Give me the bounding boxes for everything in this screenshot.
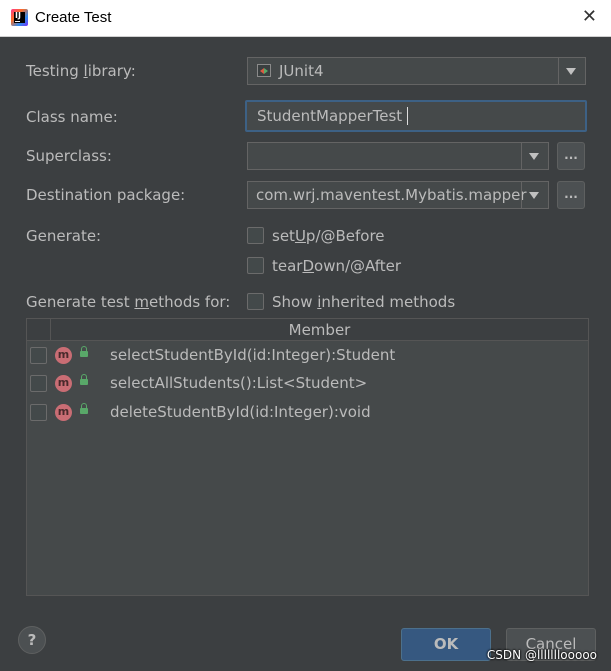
public-lock-icon xyxy=(80,374,88,385)
setup-label: setUp/@Before xyxy=(272,227,385,245)
chevron-down-icon[interactable] xyxy=(521,143,548,169)
testing-library-select[interactable]: JUnit4 xyxy=(247,57,586,85)
teardown-label: tearDown/@After xyxy=(272,257,402,275)
table-header: Member xyxy=(27,319,588,341)
table-row[interactable]: m selectStudentById(id:Integer):Student xyxy=(27,341,588,369)
intellij-idea-icon: IJ xyxy=(11,9,28,26)
testing-library-value: JUnit4 xyxy=(279,62,324,80)
show-inherited-label: Show inherited methods xyxy=(272,293,456,311)
superclass-browse-button[interactable]: ... xyxy=(557,142,585,170)
class-name-input[interactable]: StudentMapperTest xyxy=(245,100,587,132)
close-icon[interactable]: ✕ xyxy=(582,8,597,26)
public-lock-icon xyxy=(80,403,88,414)
method-icon: m xyxy=(55,375,72,392)
chevron-down-icon[interactable] xyxy=(558,58,585,84)
row-checkbox[interactable] xyxy=(30,347,47,364)
destination-browse-button[interactable]: ... xyxy=(557,181,585,209)
row-checkbox[interactable] xyxy=(30,375,47,392)
show-inherited-checkbox[interactable] xyxy=(247,293,264,310)
help-button[interactable]: ? xyxy=(18,626,46,654)
table-row[interactable]: m deleteStudentById(id:Integer):void xyxy=(27,398,588,426)
setup-checkbox[interactable] xyxy=(247,227,264,244)
create-test-dialog: IJ Create Test ✕ Testing library: JUnit4… xyxy=(0,0,611,671)
ok-button[interactable]: OK xyxy=(401,628,491,661)
text-caret xyxy=(407,107,408,125)
class-name-value: StudentMapperTest xyxy=(257,107,403,125)
destination-package-label: Destination package: xyxy=(26,186,186,204)
method-icon: m xyxy=(55,404,72,421)
method-signature: selectStudentById(id:Integer):Student xyxy=(110,346,396,364)
superclass-label: Superclass: xyxy=(26,147,112,165)
method-signature: deleteStudentById(id:Integer):void xyxy=(110,403,371,421)
watermark: CSDN @lllllllooooo xyxy=(486,648,597,662)
superclass-select[interactable] xyxy=(247,142,549,170)
methods-for-label: Generate test methods for: xyxy=(26,293,231,311)
testing-library-label: Testing library: xyxy=(26,62,136,80)
chevron-down-icon[interactable] xyxy=(521,182,548,208)
method-signature: selectAllStudents():List<Student> xyxy=(110,374,368,392)
member-column-header[interactable]: Member xyxy=(51,321,588,339)
dialog-title: Create Test xyxy=(35,9,112,26)
generate-label: Generate: xyxy=(26,227,102,245)
junit-icon xyxy=(257,64,271,77)
destination-package-select[interactable]: com.wrj.maventest.Mybatis.mapper xyxy=(247,181,549,209)
method-icon: m xyxy=(55,347,72,364)
class-name-label: Class name: xyxy=(26,108,118,126)
row-checkbox[interactable] xyxy=(30,404,47,421)
table-row[interactable]: m selectAllStudents():List<Student> xyxy=(27,369,588,397)
public-lock-icon xyxy=(80,346,88,357)
destination-package-value: com.wrj.maventest.Mybatis.mapper xyxy=(256,186,527,204)
teardown-checkbox[interactable] xyxy=(247,257,264,274)
member-table: Member m selectStudentById(id:Integer):S… xyxy=(26,318,589,596)
select-column-header[interactable] xyxy=(27,319,51,340)
title-bar: IJ Create Test ✕ xyxy=(0,0,611,37)
